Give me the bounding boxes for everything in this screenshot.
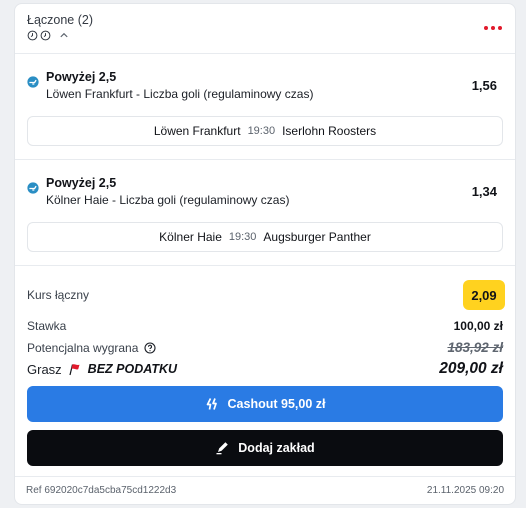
ticket-ref: Ref 692020c7da5cba75cd1222d3	[26, 485, 177, 496]
header-icons	[27, 30, 71, 41]
play-row: Grasz BEZ PODATKU 209,00 zł	[27, 360, 503, 378]
selection-market: Löwen Frankfurt - Liczba goli (regulamin…	[46, 87, 314, 101]
selection-market: Kölner Haie - Liczba goli (regulaminowy …	[46, 193, 290, 207]
bet-footer: Ref 692020c7da5cba75cd1222d3 21.11.2025 …	[15, 476, 515, 504]
dot	[484, 26, 488, 30]
selection-title: Powyżej 2,5	[46, 70, 117, 84]
potential-win-row: Potencjalna wygrana 183,92 zł	[27, 340, 503, 355]
away-team: Iserlohn Roosters	[282, 124, 377, 138]
selection-odds: 1,56	[471, 78, 497, 93]
bet-summary: Kurs łączny 2,09 Stawka 100,00 zł Potenc…	[15, 266, 515, 488]
total-odds-row: Kurs łączny 2,09	[27, 280, 505, 310]
ticket-date: 21.11.2025 09:20	[426, 485, 504, 496]
clock-icon	[40, 30, 51, 41]
tax-free-label: BEZ PODATKU	[87, 362, 178, 376]
bet-type-title: Łączone (2)	[27, 13, 94, 27]
cashout-button[interactable]: Cashout 95,00 zł	[27, 386, 503, 422]
selection-item: Powyżej 2,5 Löwen Frankfurt - Liczba gol…	[15, 54, 515, 160]
flag-icon	[69, 363, 80, 375]
more-options-button[interactable]	[481, 18, 505, 38]
bet-header: Łączone (2)	[15, 4, 515, 54]
add-bet-label: Dodaj zakład	[238, 441, 315, 455]
selection-odds: 1,34	[471, 184, 497, 199]
win-value: 209,00 zł	[439, 360, 503, 377]
potential-win-value: 183,92 zł	[447, 340, 503, 355]
hockey-icon	[27, 182, 39, 194]
potential-win-label: Potencjalna wygrana	[27, 340, 139, 355]
home-team: Löwen Frankfurt	[153, 124, 241, 138]
stake-label: Stawka	[27, 319, 67, 333]
selection-item: Powyżej 2,5 Kölner Haie - Liczba goli (r…	[15, 160, 515, 266]
cashout-icon	[206, 398, 217, 410]
selection-title: Powyżej 2,5	[46, 176, 117, 190]
match-link[interactable]: Kölner Haie 19:30 Augsburger Panther	[27, 222, 503, 252]
match-time: 19:30	[247, 125, 276, 137]
total-odds-badge: 2,09	[463, 280, 505, 310]
pencil-icon	[216, 442, 229, 455]
dot	[498, 26, 502, 30]
away-team: Augsburger Panther	[263, 230, 371, 244]
cashout-label: Cashout 95,00 zł	[227, 397, 326, 411]
help-icon[interactable]	[144, 341, 156, 354]
match-time: 19:30	[228, 231, 257, 243]
bet-card: Łączone (2) Powyżej 2,5 Löwen Frankfurt …	[14, 3, 516, 505]
match-link[interactable]: Löwen Frankfurt 19:30 Iserlohn Roosters	[27, 116, 503, 146]
chevron-up-icon[interactable]	[57, 30, 71, 41]
clock-icon	[27, 30, 38, 41]
dot	[491, 26, 495, 30]
add-bet-button[interactable]: Dodaj zakład	[27, 430, 503, 466]
home-team: Kölner Haie	[159, 230, 222, 244]
play-label: Grasz	[27, 361, 62, 377]
stake-row: Stawka 100,00 zł	[27, 319, 503, 333]
total-odds-label: Kurs łączny	[27, 288, 90, 302]
hockey-icon	[27, 76, 39, 88]
stake-value: 100,00 zł	[453, 319, 503, 333]
